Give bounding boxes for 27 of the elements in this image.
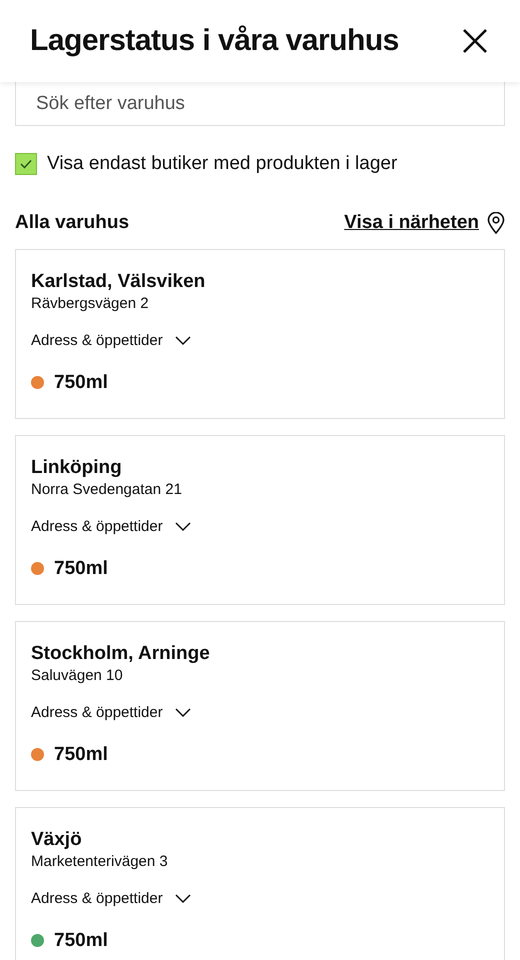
page-title: Lagerstatus i våra varuhus <box>30 23 399 59</box>
store-address: Saluvägen 10 <box>31 666 124 686</box>
details-toggle[interactable]: Adress & öppettider <box>31 888 163 910</box>
location-pin-icon[interactable] <box>487 212 505 234</box>
stock-size: 750ml <box>54 370 108 394</box>
store-name: Linköping <box>31 456 123 480</box>
store-address: Marketenterivägen 3 <box>31 852 169 872</box>
stock-size: 750ml <box>54 928 108 952</box>
store-address: Rävbergsvägen 2 <box>31 294 150 314</box>
store-address: Norra Svedengatan 21 <box>31 480 183 500</box>
store-name: Växjö <box>31 828 83 852</box>
details-toggle[interactable]: Adress & öppettider <box>31 702 163 724</box>
checkbox-label[interactable]: Visa endast butiker med produkten i lager <box>47 150 398 178</box>
stock-size: 750ml <box>54 556 108 580</box>
details-toggle[interactable]: Adress & öppettider <box>31 330 163 352</box>
checkmark-icon <box>20 159 32 170</box>
nearby-link[interactable]: Visa i närheten <box>344 208 479 237</box>
section-title: Alla varuhus <box>15 210 130 234</box>
chevron-down-icon[interactable] <box>174 336 191 346</box>
stock-size: 750ml <box>54 742 108 766</box>
checkbox[interactable] <box>15 153 37 176</box>
chevron-down-icon[interactable] <box>174 708 191 718</box>
details-toggle[interactable]: Adress & öppettider <box>31 516 163 538</box>
chevron-down-icon[interactable] <box>174 522 191 532</box>
store-name: Karlstad, Välsviken <box>31 270 206 294</box>
store-name: Stockholm, Arninge <box>31 642 211 666</box>
chevron-down-icon[interactable] <box>174 894 191 904</box>
